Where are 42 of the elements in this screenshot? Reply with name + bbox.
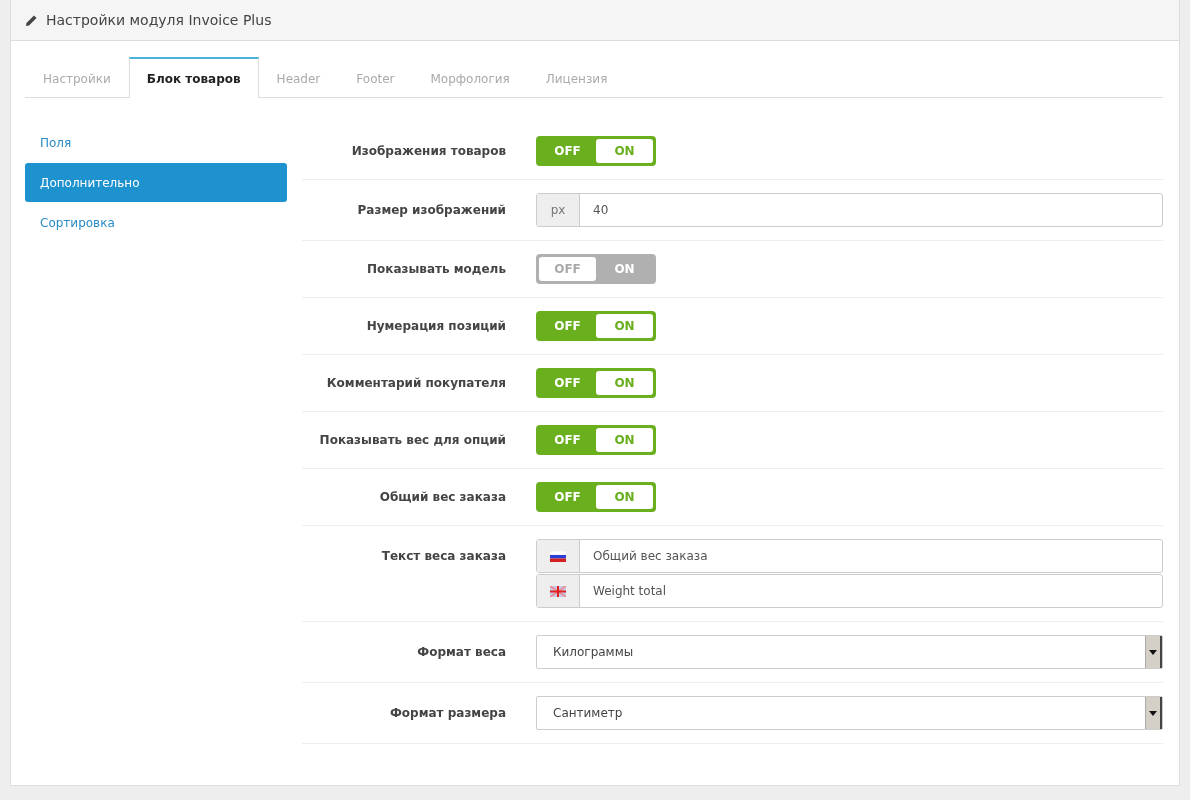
toggle-switch[interactable]: OFF ON (536, 425, 656, 455)
toggle-switch[interactable]: OFF ON (536, 311, 656, 341)
field-label: Формат размера (388, 706, 506, 720)
pencil-icon (25, 13, 38, 27)
sidebar-item[interactable]: Дополнительно (25, 163, 287, 202)
select-value: Килограммы (552, 644, 635, 661)
select-value: Сантиметр (552, 705, 624, 722)
toggle-switch[interactable]: OFF ON (536, 136, 656, 166)
caret-icon (1149, 649, 1157, 655)
text-field[interactable]: Weight total (536, 574, 1163, 608)
toggle-switch[interactable]: OFF ON (536, 254, 656, 284)
tab[interactable]: Footer (338, 58, 413, 98)
field-label: Изображения товаров (350, 144, 506, 158)
sidebar-item[interactable]: Поля (25, 123, 287, 162)
field-value: Weight total (592, 583, 668, 600)
panel-title: Настройки модуля Invoice Plus (46, 12, 272, 28)
text-field[interactable]: Общий вес заказа (536, 539, 1163, 573)
field-label: Общий вес заказа (378, 490, 506, 504)
tab[interactable]: Блок товаров (128, 57, 259, 98)
select-field[interactable]: Килограммы (536, 635, 1163, 669)
tab[interactable]: Header (258, 58, 339, 98)
field-label: Комментарий покупателя (325, 376, 506, 390)
field-label: Размер изображений (356, 203, 506, 217)
field-label: Показывать вес для опций (318, 433, 506, 447)
tab[interactable]: Морфология (412, 58, 528, 98)
unit-label: px (537, 194, 580, 226)
select-field[interactable]: Сантиметр (536, 696, 1163, 730)
field-value: Общий вес заказа (592, 548, 709, 565)
tab[interactable]: Лицензия (527, 58, 626, 98)
flag-icon (550, 585, 566, 597)
size-field[interactable]: px 40 (536, 193, 1163, 227)
field-label: Нумерация позиций (365, 319, 506, 333)
field-label: Показывать модель (365, 262, 506, 276)
flag-icon (550, 550, 566, 562)
caret-icon (1149, 710, 1157, 716)
sidebar-item[interactable]: Сортировка (25, 203, 287, 242)
tab[interactable]: Настройки (25, 58, 129, 98)
field-value: 40 (592, 202, 610, 219)
toggle-switch[interactable]: OFF ON (536, 482, 656, 512)
field-label: Формат веса (416, 645, 506, 659)
field-label: Текст веса заказа (380, 548, 506, 563)
toggle-switch[interactable]: OFF ON (536, 368, 656, 398)
